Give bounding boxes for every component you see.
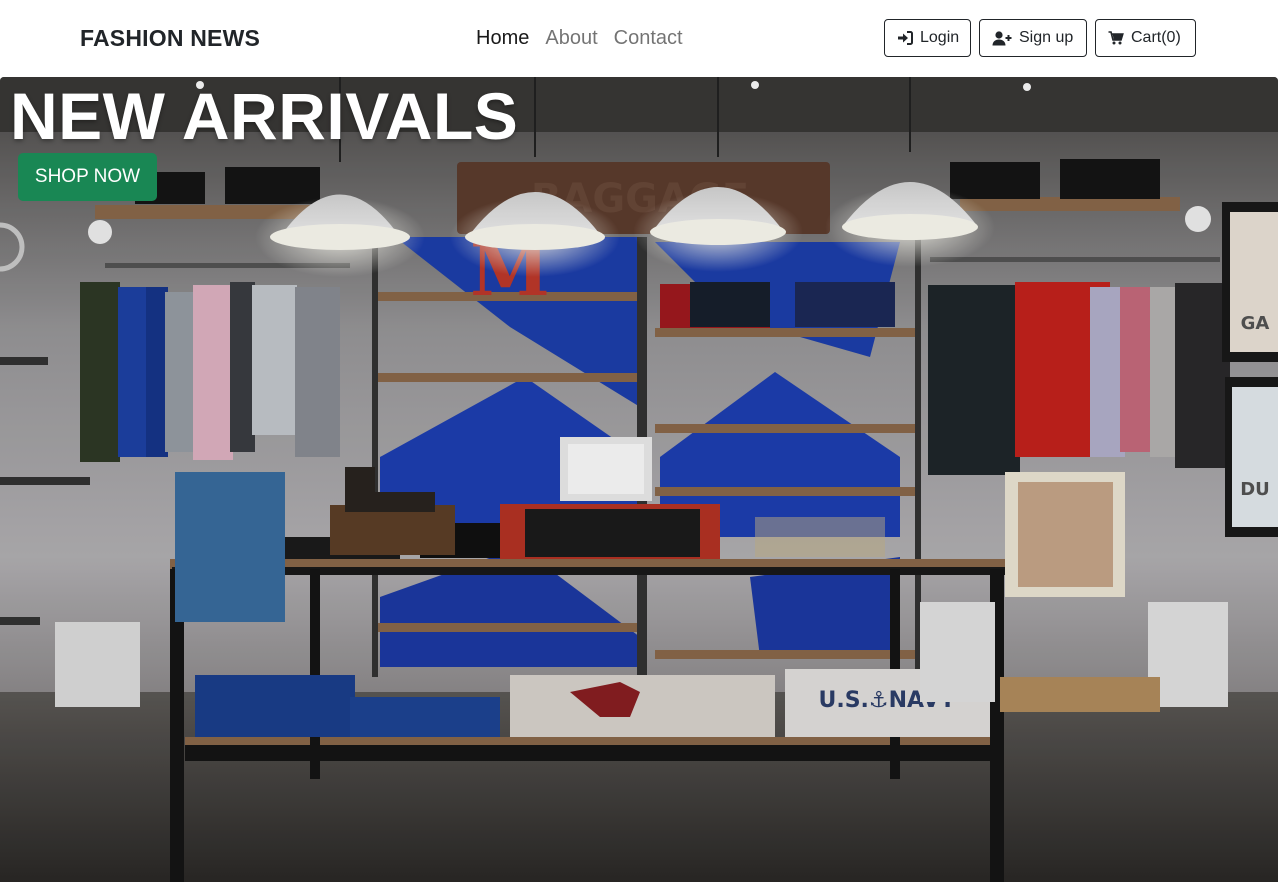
hero-banner: BAGGAGE M [0,77,1278,882]
hero-title: NEW ARRIVALS [10,79,519,153]
store-interior-image: BAGGAGE M [0,77,1278,882]
login-button[interactable]: Login [884,19,971,57]
nav-links: Home About Contact [476,25,683,51]
sign-up-button[interactable]: Sign up [979,19,1087,57]
login-label: Login [920,29,960,46]
navbar: FASHION NEWS Home About Contact Login Si… [0,0,1278,77]
cart-label: Cart(0) [1131,29,1181,46]
nav-buttons: Login Sign up Cart(0) [884,19,1196,57]
shop-now-button[interactable]: SHOP NOW [18,153,157,201]
nav-link-home[interactable]: Home [476,25,529,51]
nav-link-about[interactable]: About [545,25,597,51]
cart-button[interactable]: Cart(0) [1095,19,1196,57]
brand-logo[interactable]: FASHION NEWS [80,24,260,52]
nav-link-contact[interactable]: Contact [614,25,683,51]
sign-in-icon [897,31,913,45]
shopping-cart-icon [1108,31,1124,45]
user-plus-icon [992,30,1012,46]
sign-up-label: Sign up [1019,29,1074,46]
